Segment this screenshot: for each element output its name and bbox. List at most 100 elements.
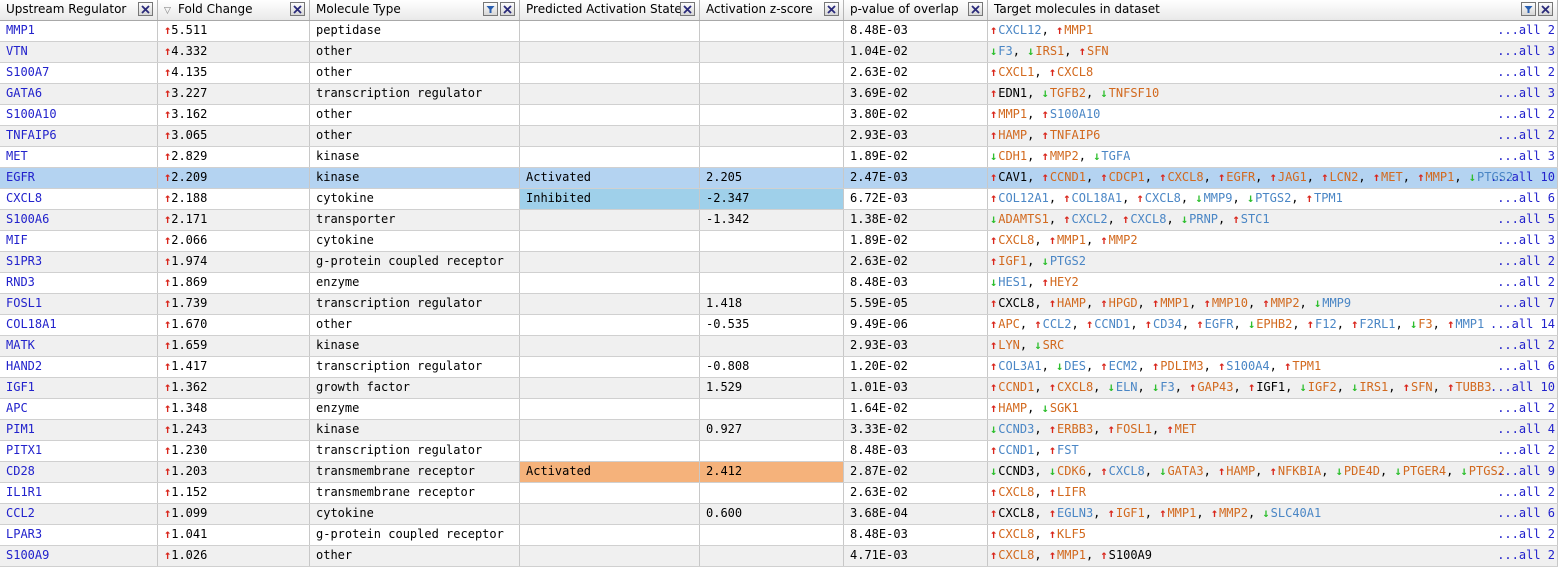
column-header[interactable]: Upstream Regulator — [0, 0, 158, 20]
table-row[interactable]: S100A6 ↑2.171 transporter -1.342 1.38E-02 ↓AD… — [0, 210, 1558, 231]
table-row[interactable]: CXCL8 ↑2.188 cytokine Inhibited -2.347 6.72E-… — [0, 189, 1558, 210]
show-all-targets-link[interactable]: ...all 3 — [1491, 84, 1555, 103]
close-column-icon[interactable] — [680, 2, 695, 16]
show-all-targets-link[interactable]: ...all 2 — [1491, 252, 1555, 271]
column-header[interactable]: Target molecules in dataset — [988, 0, 1558, 20]
table-row[interactable]: S1PR3 ↑1.974 g-protein coupled receptor 2.6… — [0, 252, 1558, 273]
show-all-targets-link[interactable]: ...all 2 — [1491, 483, 1555, 502]
show-all-targets-link[interactable]: ...all 4 — [1491, 420, 1555, 439]
upstream-regulator-link[interactable]: MET — [0, 147, 158, 167]
upstream-regulator-link[interactable]: MIF — [0, 231, 158, 251]
show-all-targets-link[interactable]: ...all 2 — [1491, 336, 1555, 355]
table-row[interactable]: APC ↑1.348 enzyme 1.64E-02 ↑HAMP, ↓SGK1 ...al… — [0, 399, 1558, 420]
upstream-regulator-link[interactable]: COL18A1 — [0, 315, 158, 335]
show-all-targets-link[interactable]: ...all 2 — [1491, 63, 1555, 82]
show-all-targets-link[interactable]: ...all 2 — [1491, 399, 1555, 418]
show-all-targets-link[interactable]: ...all 2 — [1491, 525, 1555, 544]
upstream-regulator-link[interactable]: PITX1 — [0, 441, 158, 461]
upstream-regulator-link[interactable]: APC — [0, 399, 158, 419]
upstream-regulator-link[interactable]: HAND2 — [0, 357, 158, 377]
show-all-targets-link[interactable]: ...all 6 — [1491, 189, 1555, 208]
upstream-regulator-link[interactable]: MATK — [0, 336, 158, 356]
table-row[interactable]: LPAR3 ↑1.041 g-protein coupled receptor 8.4… — [0, 525, 1558, 546]
up-arrow-icon: ↑ — [1107, 506, 1115, 520]
show-all-targets-link[interactable]: ...all 6 — [1491, 357, 1555, 376]
table-row[interactable]: VTN ↑4.332 other 1.04E-02 ↓F3, ↓IRS1, ↑SFN..… — [0, 42, 1558, 63]
close-column-icon[interactable] — [500, 2, 515, 16]
show-all-targets-link[interactable]: ...all 5 — [1491, 210, 1555, 229]
upstream-regulator-link[interactable]: TNFAIP6 — [0, 126, 158, 146]
table-row[interactable]: S100A10 ↑3.162 other 3.80E-02 ↑MMP1, ↑S100A1… — [0, 105, 1558, 126]
target-molecule-name: MMP9 — [1203, 191, 1233, 205]
close-column-icon[interactable] — [1538, 2, 1553, 16]
show-all-targets-link[interactable]: ...all 3 — [1491, 147, 1555, 166]
upstream-regulator-link[interactable]: GATA6 — [0, 84, 158, 104]
filter-icon[interactable] — [483, 2, 498, 16]
table-row[interactable]: CD28 ↑1.203 transmembrane receptor Activate… — [0, 462, 1558, 483]
table-row[interactable]: PIM1 ↑1.243 kinase 0.927 3.33E-02 ↓CCND3, ↑ER… — [0, 420, 1558, 441]
table-row[interactable]: IL1R1 ↑1.152 transmembrane receptor 2.63E-0… — [0, 483, 1558, 504]
show-all-targets-link[interactable]: ...all 2 — [1491, 126, 1555, 145]
activation-state-cell — [520, 483, 700, 503]
close-column-icon[interactable] — [824, 2, 839, 16]
upstream-regulator-link[interactable]: CXCL8 — [0, 189, 158, 209]
table-row[interactable]: MMP1 ↑5.511 peptidase 8.48E-03 ↑CXCL12, ↑MMP… — [0, 21, 1558, 42]
table-row[interactable]: FOSL1 ↑1.739 transcription regulator 1.418 5… — [0, 294, 1558, 315]
upstream-regulator-link[interactable]: IL1R1 — [0, 483, 158, 503]
upstream-regulator-link[interactable]: S100A7 — [0, 63, 158, 83]
table-row[interactable]: IGF1 ↑1.362 growth factor 1.529 1.01E-03 ↑CCN… — [0, 378, 1558, 399]
table-row[interactable]: S100A7 ↑4.135 other 2.63E-02 ↑CXCL1, ↑CXCL8.… — [0, 63, 1558, 84]
z-score-cell: -0.535 — [700, 315, 844, 335]
close-column-icon[interactable] — [290, 2, 305, 16]
down-arrow-icon: ↓ — [990, 44, 998, 58]
upstream-regulator-link[interactable]: S100A6 — [0, 210, 158, 230]
table-row[interactable]: RND3 ↑1.869 enzyme 8.48E-03 ↓HES1, ↑HEY2 ...a… — [0, 273, 1558, 294]
column-header[interactable]: Activation z-score — [700, 0, 844, 20]
show-all-targets-link[interactable]: ...all 10 — [1484, 168, 1555, 187]
upstream-regulator-link[interactable]: S1PR3 — [0, 252, 158, 272]
upstream-regulator-link[interactable]: CD28 — [0, 462, 158, 482]
fold-change-cell: ↑1.203 — [158, 462, 310, 482]
upstream-regulator-link[interactable]: EGFR — [0, 168, 158, 188]
filter-icon[interactable] — [1521, 2, 1536, 16]
upstream-regulator-link[interactable]: PIM1 — [0, 420, 158, 440]
table-row[interactable]: TNFAIP6 ↑3.065 other 2.93E-03 ↑HAMP, ↑TNFAIP… — [0, 126, 1558, 147]
upstream-regulator-link[interactable]: CCL2 — [0, 504, 158, 524]
column-header[interactable]: p-value of overlap — [844, 0, 988, 20]
upstream-regulator-link[interactable]: FOSL1 — [0, 294, 158, 314]
show-all-targets-link[interactable]: ...all 7 — [1491, 294, 1555, 313]
show-all-targets-link[interactable]: ...all 3 — [1491, 231, 1555, 250]
upstream-regulator-link[interactable]: IGF1 — [0, 378, 158, 398]
table-row[interactable]: MET ↑2.829 kinase 1.89E-02 ↓CDH1, ↑MMP2, ↓TG… — [0, 147, 1558, 168]
show-all-targets-link[interactable]: ...all 2 — [1491, 105, 1555, 124]
show-all-targets-link[interactable]: ...all 2 — [1491, 273, 1555, 292]
show-all-targets-link[interactable]: ...all 3 — [1491, 42, 1555, 61]
table-row[interactable]: MIF ↑2.066 cytokine 1.89E-02 ↑CXCL8, ↑MMP1, … — [0, 231, 1558, 252]
upstream-regulator-link[interactable]: S100A10 — [0, 105, 158, 125]
column-header[interactable]: Predicted Activation State — [520, 0, 700, 20]
table-row[interactable]: PITX1 ↑1.230 transcription regulator 8.48E-… — [0, 441, 1558, 462]
upstream-regulator-link[interactable]: VTN — [0, 42, 158, 62]
show-all-targets-link[interactable]: ...all 2 — [1491, 441, 1555, 460]
show-all-targets-link[interactable]: ...all 2 — [1491, 546, 1555, 565]
table-row[interactable]: GATA6 ↑3.227 transcription regulator 3.69E-… — [0, 84, 1558, 105]
upstream-regulator-link[interactable]: LPAR3 — [0, 525, 158, 545]
show-all-targets-link[interactable]: ...all 14 — [1484, 315, 1555, 334]
table-row[interactable]: HAND2 ↑1.417 transcription regulator -0.808… — [0, 357, 1558, 378]
close-column-icon[interactable] — [968, 2, 983, 16]
close-column-icon[interactable] — [138, 2, 153, 16]
upstream-regulator-link[interactable]: RND3 — [0, 273, 158, 293]
table-row[interactable]: MATK ↑1.659 kinase 2.93E-03 ↑LYN, ↓SRC ...all… — [0, 336, 1558, 357]
show-all-targets-link[interactable]: ...all 9 — [1491, 462, 1555, 481]
column-header[interactable]: Molecule Type — [310, 0, 520, 20]
show-all-targets-link[interactable]: ...all 2 — [1491, 21, 1555, 40]
table-row[interactable]: COL18A1 ↑1.670 other -0.535 9.49E-06 ↑APC, ↑C… — [0, 315, 1558, 336]
show-all-targets-link[interactable]: ...all 6 — [1491, 504, 1555, 523]
table-row[interactable]: CCL2 ↑1.099 cytokine 0.600 3.68E-04 ↑CXCL8, ↑… — [0, 504, 1558, 525]
table-row[interactable]: S100A9 ↑1.026 other 4.71E-03 ↑CXCL8, ↑MMP1, … — [0, 546, 1558, 567]
table-row[interactable]: EGFR ↑2.209 kinase Activated 2.205 2.47E-03 ↑C… — [0, 168, 1558, 189]
upstream-regulator-link[interactable]: S100A9 — [0, 546, 158, 566]
upstream-regulator-link[interactable]: MMP1 — [0, 21, 158, 41]
show-all-targets-link[interactable]: ...all 10 — [1484, 378, 1555, 397]
column-header[interactable]: ▽ Fold Change — [158, 0, 310, 20]
